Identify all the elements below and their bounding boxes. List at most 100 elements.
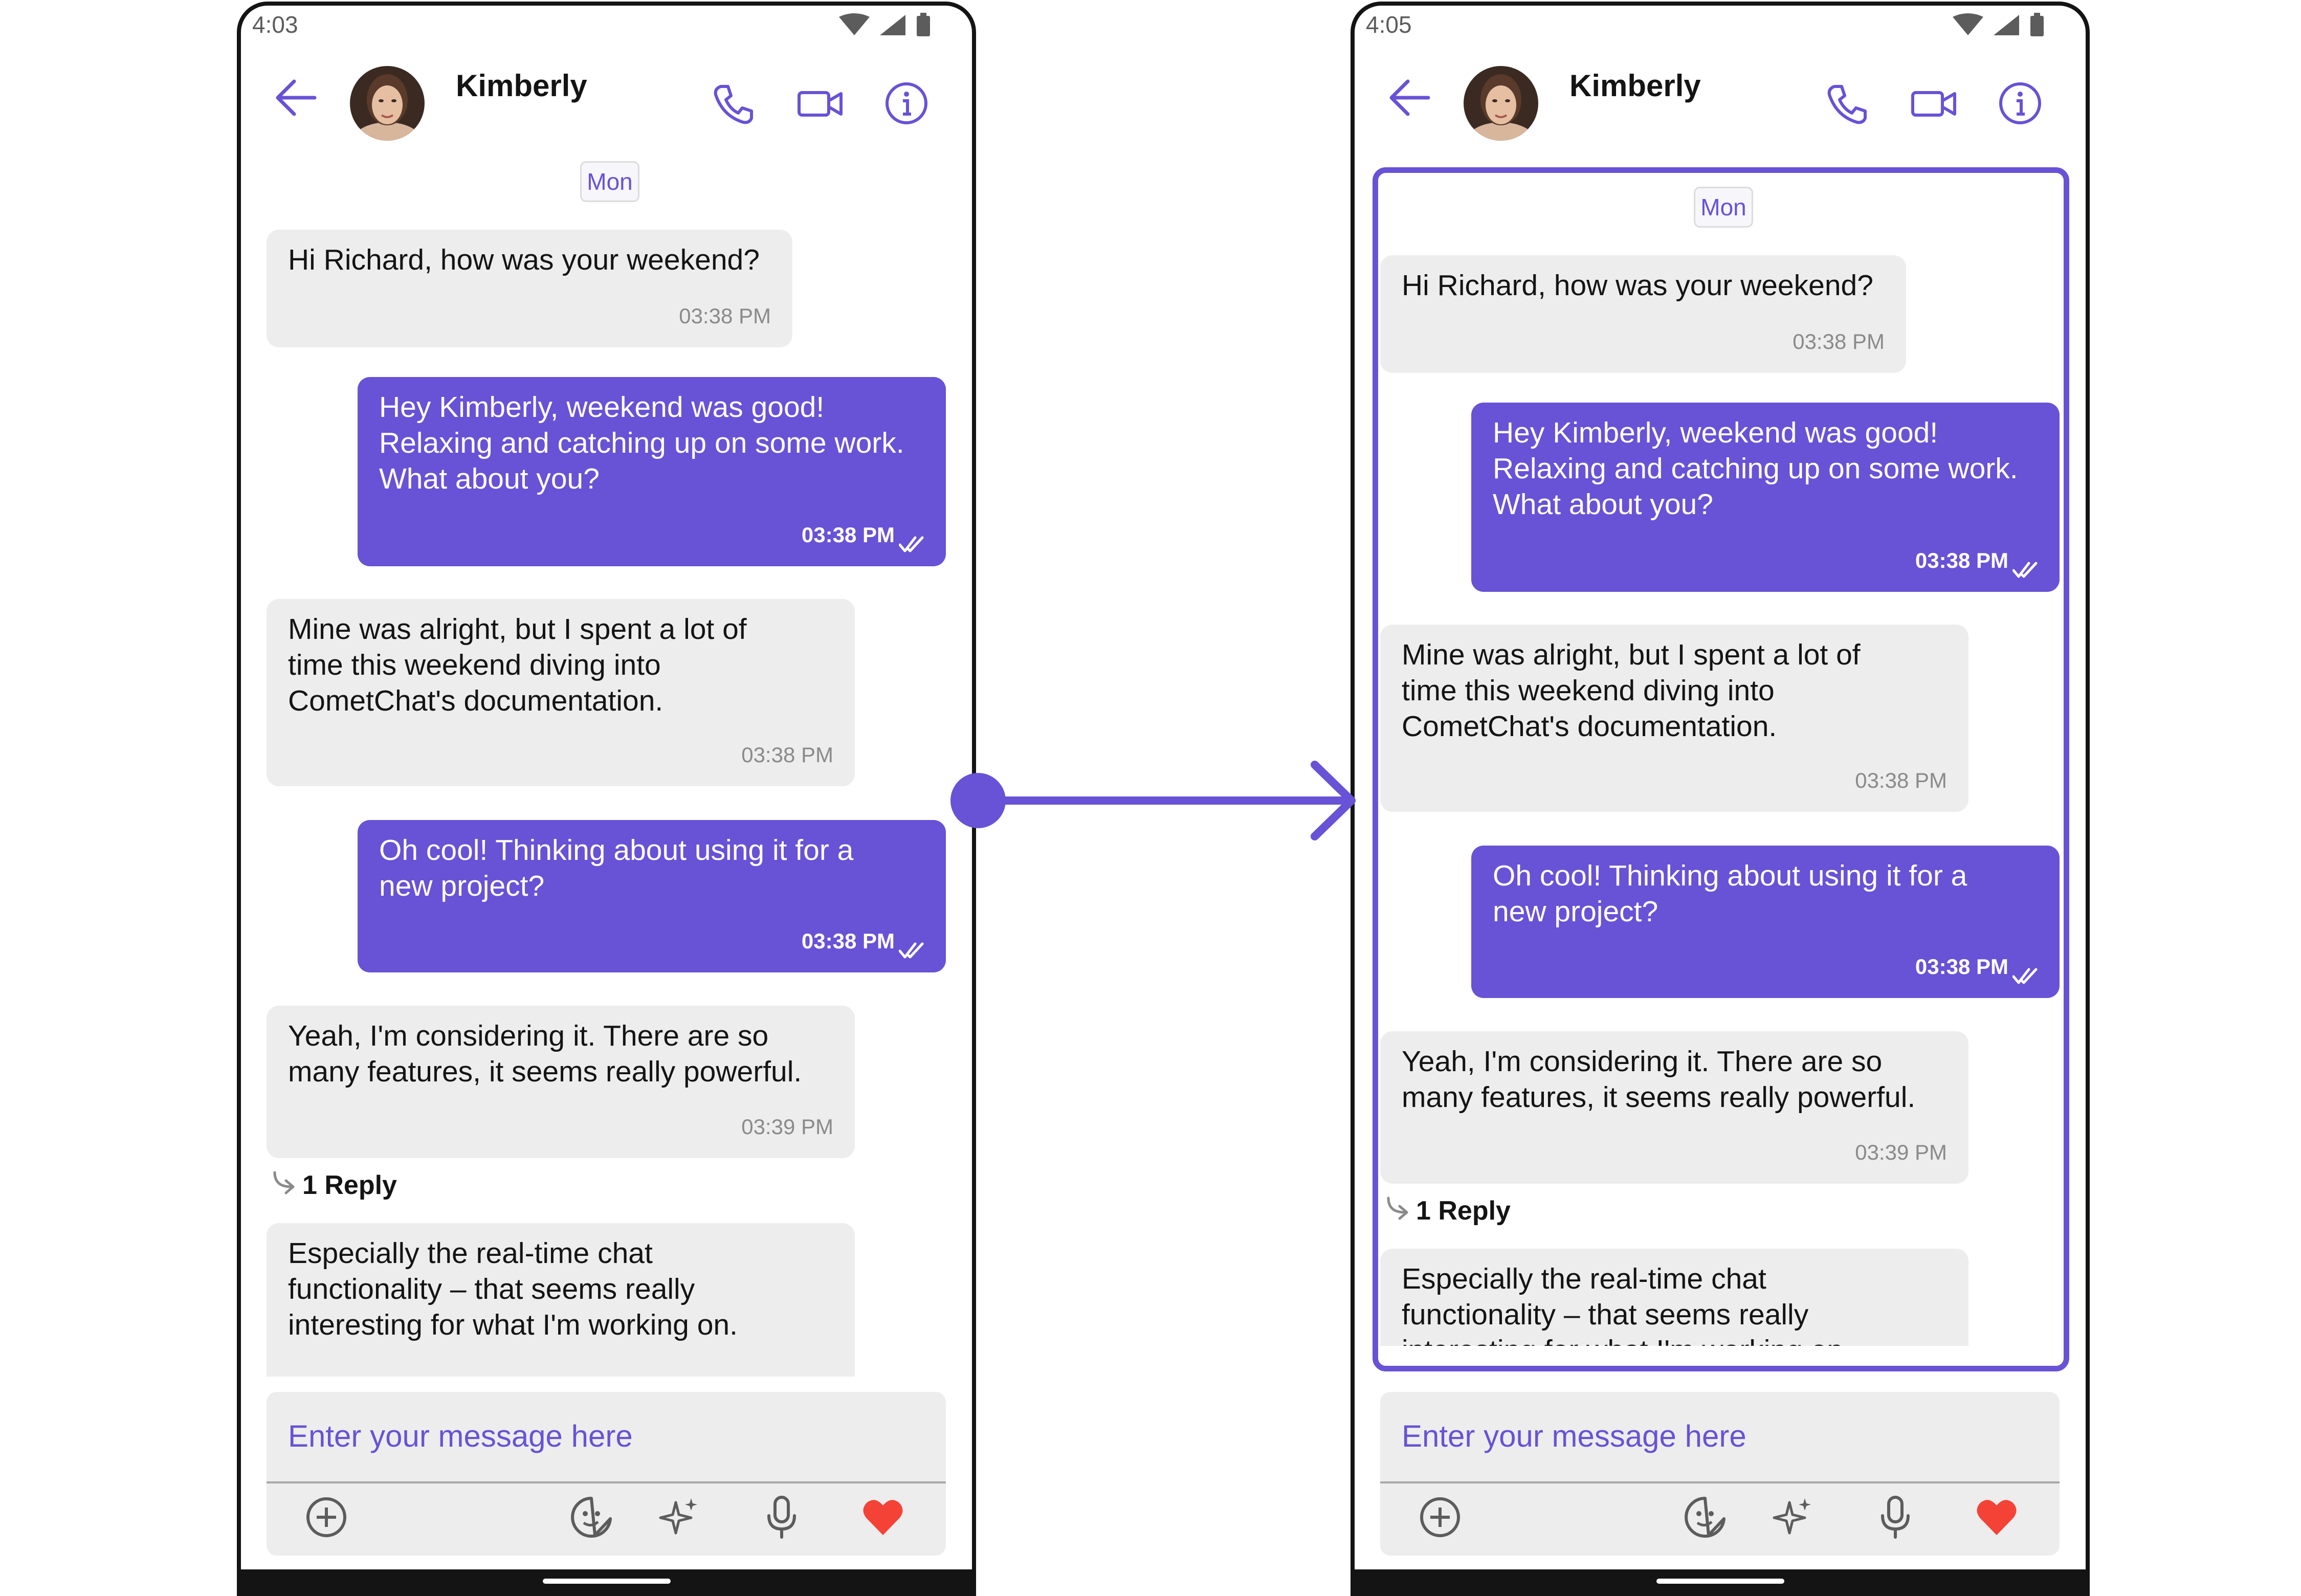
system-navigation-bar (241, 1569, 972, 1596)
heart-icon[interactable] (860, 1494, 906, 1540)
video-call-icon[interactable] (1911, 87, 1958, 120)
contact-name: Kimberly (456, 69, 587, 103)
microphone-icon[interactable] (1872, 1494, 1918, 1540)
message-text: Hi Richard, how was your weekend? (1402, 269, 1873, 302)
message-time: 03:38 PM (1915, 548, 2008, 572)
message-text: Mine was alright, but I spent a lot of t… (288, 613, 747, 717)
message-text: Yeah, I'm considering it. There are so m… (288, 1019, 802, 1088)
home-indicator[interactable] (543, 1579, 671, 1584)
message-timestamp: 03:38 PM (1915, 949, 2038, 985)
message-text: Oh cool! Thinking about using it for a n… (1493, 859, 1967, 928)
message-time: 03:38 PM (1793, 329, 1885, 353)
message-time: 03:38 PM (679, 304, 771, 328)
message-text: Especially the real-time chat functional… (288, 1237, 738, 1341)
message-composer: Enter your message here (267, 1392, 946, 1556)
message-timestamp: 03:39 PM (1855, 1135, 1947, 1170)
transition-arrow (950, 761, 1356, 840)
system-navigation-bar (1355, 1569, 2086, 1596)
message-input[interactable]: Enter your message here (288, 1418, 633, 1454)
voice-call-icon[interactable] (1825, 82, 1868, 125)
double-check-icon (2012, 553, 2038, 578)
incoming-message-bubble[interactable]: Yeah, I'm considering it. There are so m… (1380, 1031, 1968, 1184)
date-separator: Mon (1694, 187, 1753, 228)
ai-sparkle-icon[interactable] (655, 1494, 701, 1540)
info-icon[interactable] (1998, 81, 2042, 125)
incoming-message-bubble[interactable]: Mine was alright, but I spent a lot of t… (267, 599, 855, 786)
message-text: Hi Richard, how was your weekend? (288, 243, 760, 276)
voice-call-icon[interactable] (712, 82, 755, 125)
back-arrow-icon[interactable] (1386, 77, 1432, 118)
message-text: Yeah, I'm considering it. There are so m… (1402, 1045, 1916, 1114)
reply-arrow-icon (271, 1170, 302, 1200)
reply-count: 1 Reply (1416, 1196, 1511, 1226)
thread-reply-link[interactable]: 1 Reply (1384, 1195, 1511, 1226)
sticker-icon[interactable] (1682, 1494, 1728, 1540)
message-timestamp: 03:38 PM (1915, 543, 2038, 579)
status-time: 4:05 (1366, 11, 1412, 38)
date-separator: Mon (580, 161, 639, 202)
message-timestamp: 03:38 PM (802, 517, 924, 553)
add-attachment-icon[interactable] (1417, 1494, 1463, 1540)
message-text: Mine was alright, but I spent a lot of t… (1402, 638, 1861, 743)
message-timestamp: 03:38 PM (741, 737, 833, 773)
outgoing-message-bubble[interactable]: Oh cool! Thinking about using it for a n… (1471, 846, 2060, 998)
message-input[interactable]: Enter your message here (1402, 1418, 1746, 1454)
message-text: Hey Kimberly, weekend was good! Relaxing… (379, 391, 904, 495)
incoming-message-bubble[interactable]: Especially the real-time chat functional… (1380, 1249, 1968, 1346)
message-timestamp: 03:38 PM (802, 923, 924, 959)
composer-divider (267, 1481, 946, 1483)
battery-icon (2030, 16, 2044, 36)
message-time: 03:38 PM (801, 523, 895, 547)
composer-divider (1380, 1481, 2060, 1483)
message-text: Oh cool! Thinking about using it for a n… (379, 834, 854, 902)
message-timestamp: 03:38 PM (1855, 763, 1947, 799)
double-check-icon (2012, 960, 2038, 984)
incoming-message-bubble[interactable]: Yeah, I'm considering it. There are so m… (267, 1006, 855, 1158)
avatar[interactable] (1464, 66, 1538, 141)
message-time: 03:39 PM (1855, 1140, 1947, 1164)
status-icons (839, 13, 930, 36)
message-list[interactable]: Mon Hi Richard, how was your weekend? 03:3… (241, 154, 972, 1377)
add-attachment-icon[interactable] (303, 1494, 349, 1540)
message-timestamp: 03:38 PM (679, 298, 771, 334)
message-timestamp: 03:39 PM (741, 1109, 833, 1145)
double-check-icon (898, 528, 924, 552)
incoming-message-bubble[interactable]: Especially the real-time chat functional… (267, 1223, 855, 1377)
outgoing-message-bubble[interactable]: Hey Kimberly, weekend was good! Relaxing… (1471, 403, 2060, 592)
video-call-icon[interactable] (797, 87, 844, 120)
incoming-message-bubble[interactable]: Hi Richard, how was your weekend? 03:38 P… (267, 230, 792, 347)
reply-arrow-icon (1384, 1196, 1416, 1226)
contact-name: Kimberly (1569, 69, 1701, 103)
incoming-message-bubble[interactable]: Hi Richard, how was your weekend? 03:38 P… (1380, 255, 1906, 373)
phone-screen-right: 4:05 Kimberly Mon Hi Richard, how was your … (1351, 2, 2090, 1596)
phone-screen-left: 4:03 Kimberly Mon Hi Richard, how was your … (237, 2, 976, 1596)
message-time: 03:39 PM (741, 1115, 833, 1139)
status-icons (1953, 13, 2044, 36)
wifi-icon (839, 13, 870, 35)
message-time: 03:38 PM (801, 929, 895, 953)
avatar[interactable] (350, 66, 425, 141)
sticker-icon[interactable] (568, 1494, 614, 1540)
message-time: 03:38 PM (1855, 768, 1947, 792)
back-arrow-icon[interactable] (273, 77, 319, 118)
outgoing-message-bubble[interactable]: Oh cool! Thinking about using it for a n… (358, 820, 946, 972)
microphone-icon[interactable] (759, 1494, 805, 1540)
reply-count: 1 Reply (302, 1170, 397, 1200)
ai-sparkle-icon[interactable] (1769, 1494, 1815, 1540)
message-composer: Enter your message here (1380, 1392, 2060, 1556)
home-indicator[interactable] (1656, 1579, 1784, 1584)
info-icon[interactable] (884, 81, 928, 125)
status-time: 4:03 (252, 11, 298, 38)
message-list[interactable]: Mon Hi Richard, how was your weekend? 03:3… (1355, 180, 2086, 1346)
message-text: Especially the real-time chat functional… (1402, 1262, 1851, 1346)
incoming-message-bubble[interactable]: Mine was alright, but I spent a lot of t… (1380, 625, 1968, 812)
battery-icon (917, 16, 930, 36)
double-check-icon (898, 934, 924, 959)
message-time: 03:38 PM (1915, 955, 2008, 979)
cellular-signal-icon (1994, 15, 2019, 35)
outgoing-message-bubble[interactable]: Hey Kimberly, weekend was good! Relaxing… (358, 377, 946, 566)
wifi-icon (1953, 13, 1983, 35)
message-text: Hey Kimberly, weekend was good! Relaxing… (1493, 416, 2018, 521)
thread-reply-link[interactable]: 1 Reply (271, 1169, 397, 1201)
heart-icon[interactable] (1974, 1494, 2020, 1540)
